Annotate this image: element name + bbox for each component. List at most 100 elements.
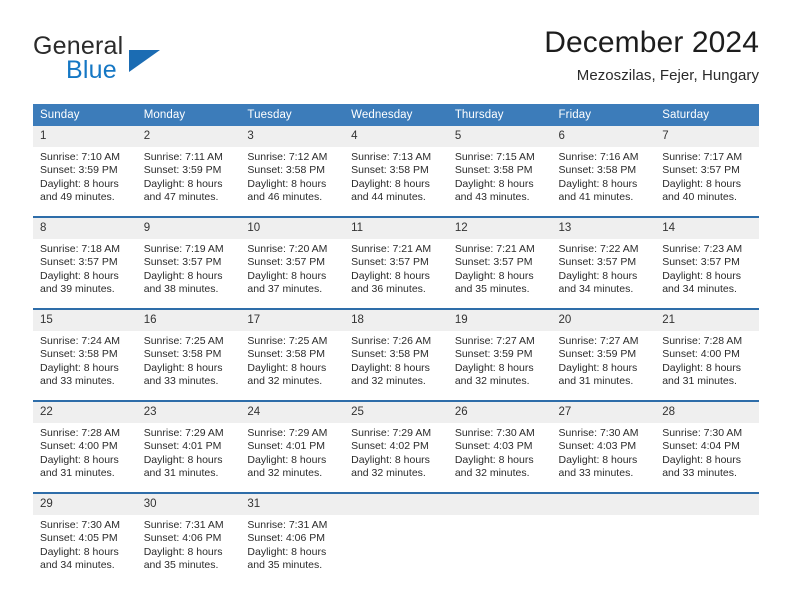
day-number: 14 [655,218,759,239]
day-cell[interactable]: 12 Sunrise: 7:21 AM Sunset: 3:57 PM Dayl… [447,216,552,309]
day-cell[interactable]: 17 Sunrise: 7:25 AM Sunset: 3:58 PM Dayl… [240,308,345,401]
daylight-text-line1: Daylight: 8 hours [454,177,534,190]
daylight-text-line1: Daylight: 8 hours [558,177,638,190]
day-cell[interactable]: 23 Sunrise: 7:29 AM Sunset: 4:01 PM Dayl… [136,400,241,493]
day-details: Sunrise: 7:22 AM Sunset: 3:57 PM Dayligh… [552,239,656,297]
day-cell[interactable]: 21 Sunrise: 7:28 AM Sunset: 4:00 PM Dayl… [655,308,759,401]
day-details: Sunrise: 7:27 AM Sunset: 3:59 PM Dayligh… [448,331,552,389]
day-number: 16 [136,310,241,331]
title-block: December 2024 Mezoszilas, Fejer, Hungary [239,24,759,87]
sunrise-text: Sunrise: 7:22 AM [558,243,639,255]
day-cell[interactable]: 26 Sunrise: 7:30 AM Sunset: 4:03 PM Dayl… [447,400,552,493]
sunrise-text: Sunrise: 7:27 AM [454,335,535,347]
day-cell[interactable]: 29 Sunrise: 7:30 AM Sunset: 4:05 PM Dayl… [33,492,137,584]
sunrise-text: Sunrise: 7:31 AM [247,519,328,531]
sunrise-text: Sunrise: 7:18 AM [40,243,120,255]
sunset-text: Sunset: 4:03 PM [558,440,637,453]
general-blue-logo[interactable]: General Blue [33,32,263,90]
day-cell[interactable]: 16 Sunrise: 7:25 AM Sunset: 3:58 PM Dayl… [136,308,241,401]
day-details: Sunrise: 7:29 AM Sunset: 4:01 PM Dayligh… [137,423,241,481]
weekday-header-thursday: Thursday [447,104,552,126]
day-cell[interactable]: 18 Sunrise: 7:26 AM Sunset: 3:58 PM Dayl… [344,308,448,401]
day-number: 19 [447,310,552,331]
day-cell[interactable]: 9 Sunrise: 7:19 AM Sunset: 3:57 PM Dayli… [136,216,241,309]
day-number: 25 [344,402,448,423]
day-cell[interactable]: 2 Sunrise: 7:11 AM Sunset: 3:59 PM Dayli… [136,126,241,217]
sunrise-text: Sunrise: 7:27 AM [558,335,639,347]
sunset-text: Sunset: 3:57 PM [558,256,637,269]
day-cell[interactable]: 8 Sunrise: 7:18 AM Sunset: 3:57 PM Dayli… [33,216,137,309]
day-cell[interactable]: 25 Sunrise: 7:29 AM Sunset: 4:02 PM Dayl… [344,400,448,493]
calendar-body: 1 Sunrise: 7:10 AM Sunset: 3:59 PM Dayli… [33,126,759,584]
day-cell[interactable]: 22 Sunrise: 7:28 AM Sunset: 4:00 PM Dayl… [33,400,137,493]
day-details: Sunrise: 7:31 AM Sunset: 4:06 PM Dayligh… [137,515,241,573]
day-cell[interactable]: 14 Sunrise: 7:23 AM Sunset: 3:57 PM Dayl… [655,216,759,309]
sunset-text: Sunset: 4:01 PM [247,440,326,453]
sunrise-text: Sunrise: 7:10 AM [40,151,120,163]
day-cell[interactable]: 28 Sunrise: 7:30 AM Sunset: 4:04 PM Dayl… [655,400,759,493]
day-cell[interactable]: 30 Sunrise: 7:31 AM Sunset: 4:06 PM Dayl… [136,492,241,584]
sunset-text: Sunset: 3:58 PM [351,348,429,361]
sunset-text: Sunset: 3:59 PM [558,348,637,361]
sunrise-text: Sunrise: 7:29 AM [247,427,328,439]
day-cell-empty [551,492,656,584]
day-cell[interactable]: 6 Sunrise: 7:16 AM Sunset: 3:58 PM Dayli… [551,126,656,217]
sunrise-text: Sunrise: 7:21 AM [351,243,432,255]
day-number: 27 [551,402,656,423]
logo-triangle-icon [129,50,160,72]
daylight-text-line1: Daylight: 8 hours [143,269,223,282]
sunset-text: Sunset: 4:03 PM [454,440,533,453]
day-cell[interactable]: 31 Sunrise: 7:31 AM Sunset: 4:06 PM Dayl… [240,492,345,584]
daylight-text-line1: Daylight: 8 hours [351,269,430,282]
daylight-text-line2: and 43 minutes. [454,191,530,204]
day-cell[interactable]: 24 Sunrise: 7:29 AM Sunset: 4:01 PM Dayl… [240,400,345,493]
day-cell[interactable]: 20 Sunrise: 7:27 AM Sunset: 3:59 PM Dayl… [551,308,656,401]
day-cell[interactable]: 10 Sunrise: 7:20 AM Sunset: 3:57 PM Dayl… [240,216,345,309]
daylight-text-line1: Daylight: 8 hours [662,361,742,374]
day-cell[interactable]: 27 Sunrise: 7:30 AM Sunset: 4:03 PM Dayl… [551,400,656,493]
day-details: Sunrise: 7:10 AM Sunset: 3:59 PM Dayligh… [33,147,137,205]
day-details: Sunrise: 7:30 AM Sunset: 4:05 PM Dayligh… [33,515,137,573]
daylight-text-line2: and 49 minutes. [40,191,115,204]
day-details: Sunrise: 7:31 AM Sunset: 4:06 PM Dayligh… [240,515,344,573]
calendar-week-row: 15 Sunrise: 7:24 AM Sunset: 3:58 PM Dayl… [33,308,759,401]
sunrise-text: Sunrise: 7:31 AM [143,519,224,531]
daylight-text-line2: and 38 minutes. [143,283,219,296]
day-details: Sunrise: 7:21 AM Sunset: 3:57 PM Dayligh… [344,239,448,297]
sunrise-text: Sunrise: 7:29 AM [351,427,432,439]
day-number: 13 [551,218,656,239]
weekday-header-friday: Friday [551,104,656,126]
day-cell[interactable]: 7 Sunrise: 7:17 AM Sunset: 3:57 PM Dayli… [655,126,759,217]
daylight-text-line1: Daylight: 8 hours [662,177,742,190]
day-cell[interactable]: 11 Sunrise: 7:21 AM Sunset: 3:57 PM Dayl… [344,216,448,309]
day-cell[interactable]: 1 Sunrise: 7:10 AM Sunset: 3:59 PM Dayli… [33,126,137,217]
day-details: Sunrise: 7:20 AM Sunset: 3:57 PM Dayligh… [240,239,344,297]
daylight-text-line2: and 31 minutes. [40,467,115,480]
day-cell[interactable]: 13 Sunrise: 7:22 AM Sunset: 3:57 PM Dayl… [551,216,656,309]
sunrise-text: Sunrise: 7:11 AM [143,151,223,163]
daylight-text-line1: Daylight: 8 hours [351,453,430,466]
day-details: Sunrise: 7:28 AM Sunset: 4:00 PM Dayligh… [33,423,137,481]
day-details: Sunrise: 7:18 AM Sunset: 3:57 PM Dayligh… [33,239,137,297]
day-details: Sunrise: 7:29 AM Sunset: 4:01 PM Dayligh… [240,423,344,481]
day-details: Sunrise: 7:13 AM Sunset: 3:58 PM Dayligh… [344,147,448,205]
sunset-text: Sunset: 4:02 PM [351,440,429,453]
day-number: 20 [551,310,656,331]
day-number: 22 [33,402,137,423]
day-details: Sunrise: 7:29 AM Sunset: 4:02 PM Dayligh… [344,423,448,481]
day-number [551,494,656,515]
day-cell[interactable]: 5 Sunrise: 7:15 AM Sunset: 3:58 PM Dayli… [447,126,552,217]
day-cell[interactable]: 3 Sunrise: 7:12 AM Sunset: 3:58 PM Dayli… [240,126,345,217]
daylight-text-line2: and 32 minutes. [247,467,323,480]
day-number [344,494,448,515]
daylight-text-line2: and 37 minutes. [247,283,323,296]
sunrise-text: Sunrise: 7:30 AM [40,519,120,531]
daylight-text-line2: and 40 minutes. [662,191,737,204]
day-cell[interactable]: 15 Sunrise: 7:24 AM Sunset: 3:58 PM Dayl… [33,308,137,401]
daylight-text-line1: Daylight: 8 hours [247,453,327,466]
sunset-text: Sunset: 3:59 PM [143,164,222,177]
day-cell[interactable]: 4 Sunrise: 7:13 AM Sunset: 3:58 PM Dayli… [344,126,448,217]
sunset-text: Sunset: 4:00 PM [40,440,118,453]
day-cell[interactable]: 19 Sunrise: 7:27 AM Sunset: 3:59 PM Dayl… [447,308,552,401]
calendar-week-row: 1 Sunrise: 7:10 AM Sunset: 3:59 PM Dayli… [33,126,759,217]
